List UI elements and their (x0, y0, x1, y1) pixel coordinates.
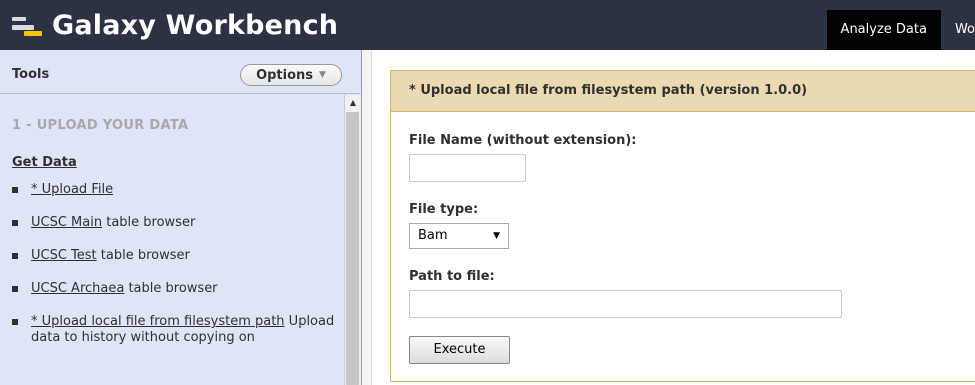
brand-title: Galaxy Workbench (52, 9, 339, 41)
tool-link-upload-file[interactable]: * Upload File (31, 182, 113, 197)
scrollbar-thumb[interactable] (346, 112, 359, 385)
masthead: Galaxy Workbench Analyze Data Wo (0, 0, 975, 50)
tool-desc: table browser (124, 281, 218, 296)
tool-form-title: * Upload local file from filesystem path… (391, 71, 975, 112)
file-type-select[interactable]: Bam ▼ (409, 223, 509, 249)
tool-link-ucsc-archaea[interactable]: UCSC Archaea (31, 281, 124, 296)
file-type-value: Bam (418, 228, 448, 243)
tool-panel-header: Tools Options ▼ (0, 59, 360, 94)
tool-link-upload-local-file[interactable]: * Upload local file from filesystem path (31, 314, 285, 329)
galaxy-logo-icon (8, 10, 46, 40)
tool-item: UCSC Main table browser (12, 215, 340, 231)
tab-analyze-data[interactable]: Analyze Data (826, 10, 941, 50)
tool-form: * Upload local file from filesystem path… (390, 70, 975, 382)
tool-list: 1 - UPLOAD YOUR DATA Get Data * Upload F… (12, 112, 340, 346)
bullet-icon (12, 319, 18, 325)
options-button[interactable]: Options ▼ (240, 64, 342, 86)
tool-item: UCSC Archaea table browser (12, 281, 340, 297)
bullet-icon (12, 286, 18, 292)
bullet-icon (12, 187, 18, 193)
chevron-down-icon: ▼ (319, 70, 326, 80)
tool-link-ucsc-main[interactable]: UCSC Main (31, 215, 102, 230)
file-name-label: File Name (without extension): (409, 133, 637, 148)
tool-desc: table browser (96, 248, 190, 263)
tool-item: UCSC Test table browser (12, 248, 340, 264)
panel-divider[interactable] (362, 50, 372, 385)
brand-link[interactable]: Galaxy Workbench (8, 6, 338, 44)
tool-panel-scrollbar[interactable]: ▲ (344, 95, 361, 385)
scroll-up-icon[interactable]: ▲ (345, 95, 361, 111)
options-label: Options (256, 67, 314, 83)
tool-item: * Upload File (12, 182, 340, 198)
path-input[interactable] (409, 290, 842, 318)
tool-link-ucsc-test[interactable]: UCSC Test (31, 248, 97, 263)
section-title: 1 - UPLOAD YOUR DATA (12, 118, 189, 133)
bullet-icon (12, 220, 18, 226)
tab-workflow[interactable]: Wo (941, 10, 975, 50)
bullet-icon (12, 253, 18, 259)
file-name-input[interactable] (409, 154, 526, 182)
top-nav: Analyze Data Wo (826, 10, 975, 50)
execute-button[interactable]: Execute (409, 336, 510, 364)
chevron-down-icon: ▼ (493, 231, 500, 241)
tool-item: * Upload local file from filesystem path… (12, 314, 340, 346)
tool-desc: table browser (102, 215, 196, 230)
path-label: Path to file: (409, 269, 495, 284)
tool-panel-title: Tools (12, 67, 50, 82)
file-type-label: File type: (409, 202, 479, 217)
tool-panel: Tools Options ▼ 1 - UPLOAD YOUR DATA Get… (0, 50, 362, 385)
tool-group-get-data[interactable]: Get Data (12, 155, 340, 170)
